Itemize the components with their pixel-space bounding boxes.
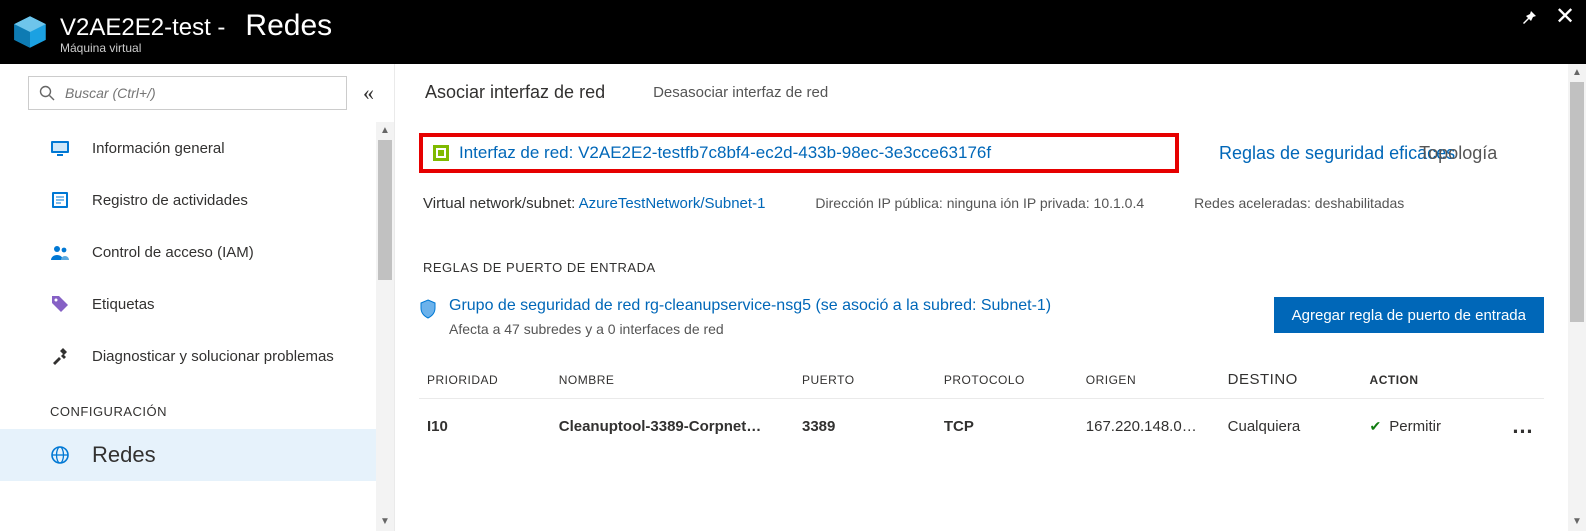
- nav-label: Registro de actividades: [92, 192, 248, 209]
- log-icon: [50, 190, 70, 210]
- collapse-icon[interactable]: «: [355, 80, 382, 106]
- nav-tags[interactable]: Etiquetas: [0, 278, 376, 330]
- resource-type-label: Máquina virtual: [60, 41, 332, 55]
- col-action: Action: [1362, 361, 1504, 399]
- link-vnet-subnet[interactable]: AzureTestNetwork/Subnet-1: [579, 195, 766, 212]
- tab-associate-nic[interactable]: Asociar interfaz de red: [425, 82, 605, 103]
- search-box[interactable]: [28, 76, 347, 110]
- main-scrollbar[interactable]: ▲ ▼: [1568, 64, 1586, 531]
- tools-icon: [50, 346, 70, 366]
- inbound-rules-table: Prioridad Nombre Puerto Protocolo Origen…: [419, 361, 1544, 453]
- nic-highlight-box: Interfaz de red: V2AE2E2-testfb7c8bf4-ec…: [419, 133, 1179, 173]
- nav-overview[interactable]: Información general: [0, 122, 376, 174]
- title-block: V2AE2E2-test - Redes Máquina virtual: [60, 9, 332, 55]
- row-menu-icon[interactable]: …: [1511, 413, 1535, 438]
- search-icon: [39, 85, 55, 101]
- add-inbound-rule-button[interactable]: Agregar regla de puerto de entrada: [1274, 297, 1544, 333]
- blade-section: Redes: [245, 9, 332, 43]
- col-name: Nombre: [551, 361, 794, 399]
- nav-label: Control de acceso (IAM): [92, 244, 254, 261]
- table-row[interactable]: I10 Cleanuptool-3389-Corpnet… 3389 TCP 1…: [419, 399, 1544, 454]
- search-input[interactable]: [65, 85, 336, 101]
- nav-diagnose[interactable]: Diagnosticar y solucionar problemas: [0, 330, 376, 382]
- nav-label: Información general: [92, 140, 225, 157]
- pin-icon[interactable]: [1520, 8, 1538, 26]
- nav-networking[interactable]: Redes: [0, 429, 376, 481]
- nic-info-row: Virtual network/subnet: AzureTestNetwork…: [419, 195, 1544, 212]
- nic-link[interactable]: Interfaz de red: V2AE2E2-testfb7c8bf4-ec…: [459, 143, 991, 163]
- nic-icon: [433, 145, 449, 161]
- link-nsg[interactable]: Grupo de seguridad de red rg-cleanupserv…: [449, 297, 1051, 315]
- shield-icon: [419, 299, 437, 317]
- nav-label: Redes: [92, 442, 156, 468]
- tag-icon: [50, 294, 70, 314]
- nav-label: Diagnosticar y solucionar problemas: [92, 348, 334, 365]
- scroll-up-icon[interactable]: ▲: [1568, 64, 1586, 82]
- network-icon: [50, 445, 70, 465]
- allow-icon: ✔: [1370, 418, 1382, 434]
- scroll-down-icon[interactable]: ▼: [1568, 513, 1586, 531]
- col-protocol: Protocolo: [936, 361, 1078, 399]
- blade-header: V2AE2E2-test - Redes Máquina virtual ✕: [0, 0, 1586, 64]
- section-config-label: CONFIGURACIÓN: [0, 382, 376, 429]
- people-icon: [50, 242, 70, 262]
- monitor-icon: [50, 138, 70, 158]
- nav-list: Información general Registro de activida…: [0, 122, 376, 531]
- sidebar-scrollbar[interactable]: ▲ ▼: [376, 122, 394, 531]
- scroll-down-icon[interactable]: ▼: [376, 513, 394, 531]
- nsg-sub: Afecta a 47 subredes y a 0 interfaces de…: [449, 321, 1051, 337]
- close-icon[interactable]: ✕: [1556, 8, 1574, 26]
- inbound-rules-heading: REGLAS DE PUERTO DE ENTRADA: [419, 260, 1544, 275]
- link-topology[interactable]: Topología: [1419, 143, 1497, 164]
- sidebar: « Información general Registro de activi…: [0, 64, 395, 531]
- col-port: Puerto: [794, 361, 936, 399]
- scroll-thumb[interactable]: [1570, 82, 1584, 322]
- nav-activity-log[interactable]: Registro de actividades: [0, 174, 376, 226]
- resource-cube-icon: [12, 14, 48, 50]
- scroll-up-icon[interactable]: ▲: [376, 122, 394, 140]
- col-destination: Destino: [1220, 361, 1362, 399]
- main-content: Asociar interfaz de red Desasociar inter…: [395, 64, 1568, 531]
- scroll-thumb[interactable]: [378, 140, 392, 280]
- tab-dissociate-nic[interactable]: Desasociar interfaz de red: [653, 84, 828, 101]
- nav-iam[interactable]: Control de acceso (IAM): [0, 226, 376, 278]
- nav-label: Etiquetas: [92, 296, 155, 313]
- col-priority: Prioridad: [419, 361, 551, 399]
- resource-name: V2AE2E2-test -: [60, 14, 225, 42]
- col-source: Origen: [1078, 361, 1220, 399]
